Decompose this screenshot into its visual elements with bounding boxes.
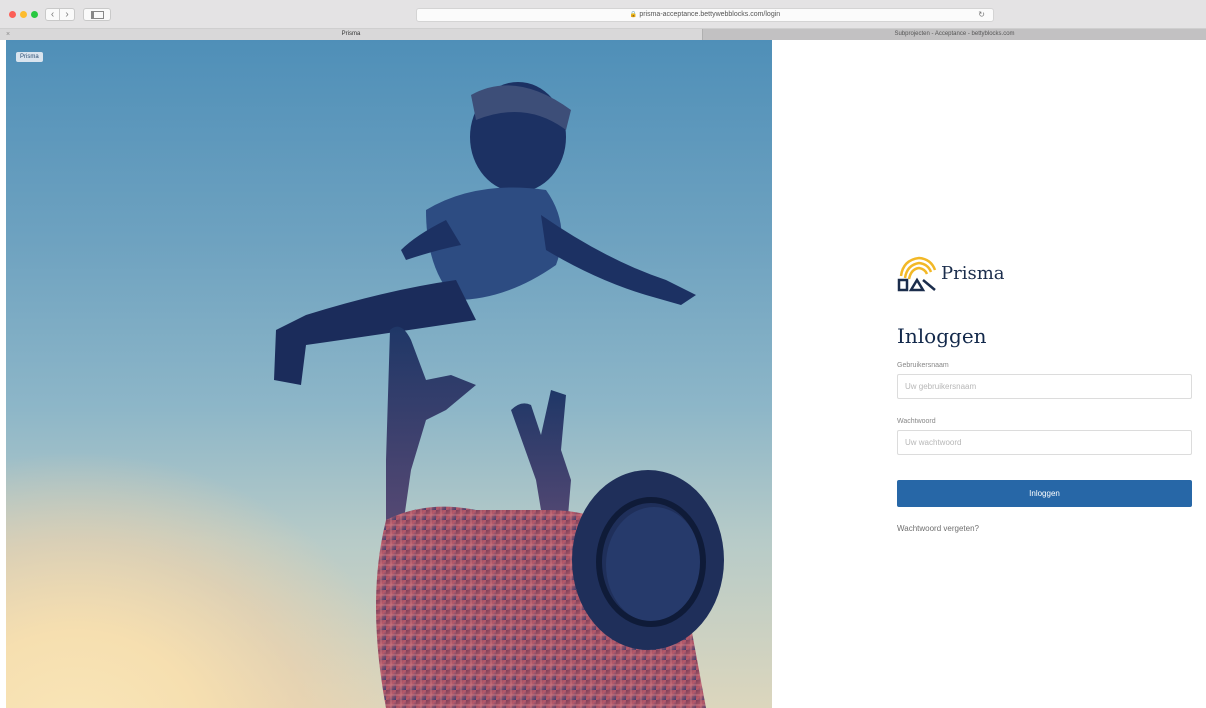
back-icon[interactable]: ‹ <box>45 8 60 21</box>
brand-logo: Prisma <box>897 250 1193 300</box>
tab-subprojecten[interactable]: Subprojecten - Acceptance - bettyblocks.… <box>702 29 1206 40</box>
tab-label: Subprojecten - Acceptance - bettyblocks.… <box>894 31 1015 37</box>
forward-icon[interactable]: › <box>60 8 75 21</box>
browser-titlebar: ‹ › 🔒 prisma-acceptance.bettywebblocks.co… <box>0 0 1206 29</box>
tab-prisma[interactable]: × Prisma <box>0 29 702 40</box>
password-label: Wachtwoord <box>897 418 936 425</box>
address-bar[interactable]: 🔒 prisma-acceptance.bettywebblocks.com/lo… <box>416 8 994 22</box>
forgot-password-link[interactable]: Wachtwoord vergeten? <box>897 524 979 533</box>
prisma-logo-icon <box>897 256 937 292</box>
hero-image <box>6 40 772 708</box>
url-text: prisma-acceptance.bettywebblocks.com/log… <box>639 11 781 18</box>
window-maximize-button[interactable] <box>31 11 38 18</box>
window-close-button[interactable] <box>9 11 16 18</box>
sidebar-icon[interactable] <box>83 8 111 21</box>
app-badge: Prisma <box>16 52 43 62</box>
close-icon[interactable]: × <box>6 29 10 40</box>
page-title: Inloggen <box>897 324 987 348</box>
login-panel: Prisma Inloggen Gebruikersnaam Uw gebrui… <box>897 250 1193 533</box>
tab-label: Prisma <box>341 31 361 37</box>
username-label: Gebruikersnaam <box>897 362 949 369</box>
tab-bar: × Prisma Subprojecten - Acceptance - bet… <box>0 29 1206 40</box>
login-button[interactable]: Inloggen <box>897 480 1192 507</box>
window-minimize-button[interactable] <box>20 11 27 18</box>
reload-icon[interactable]: ↻ <box>978 9 985 21</box>
password-input[interactable]: Uw wachtwoord <box>897 430 1192 455</box>
logo-text: Prisma <box>941 263 1005 284</box>
hero-silhouette <box>274 82 724 708</box>
lock-icon: 🔒 <box>629 12 638 18</box>
username-input[interactable]: Uw gebruikersnaam <box>897 374 1192 399</box>
